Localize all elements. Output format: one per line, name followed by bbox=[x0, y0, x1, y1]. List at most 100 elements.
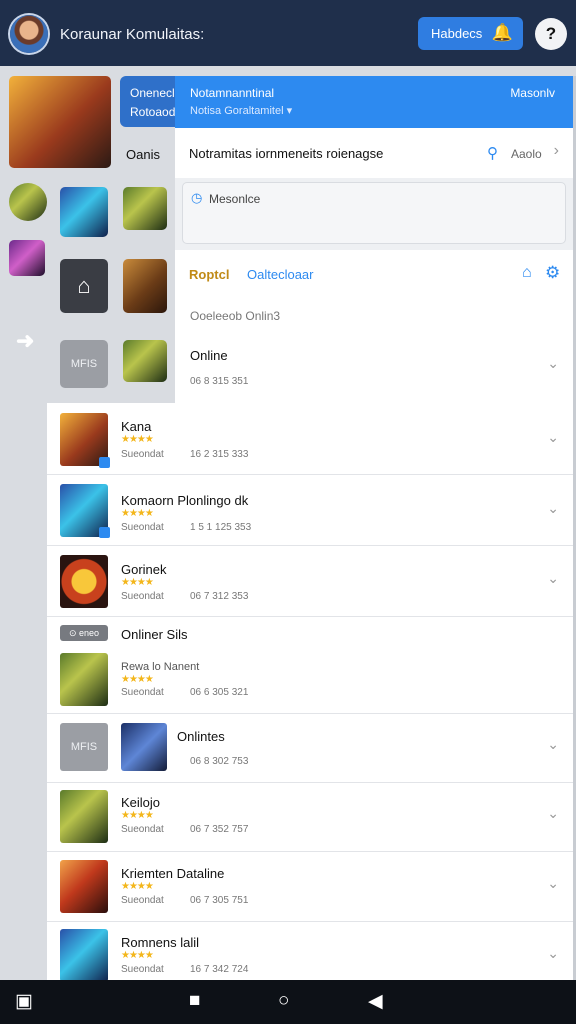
rating-stars: ★★★★ bbox=[121, 434, 154, 445]
item-title: Rewa lo Nanent bbox=[121, 661, 200, 673]
rating-stars: ★★★★ bbox=[121, 508, 154, 519]
item-number: 1 5 1 125 353 bbox=[190, 522, 252, 533]
rating-stars: ★★★★ bbox=[121, 881, 154, 892]
online-row-id: 06 8 315 351 bbox=[190, 376, 249, 387]
game-thumbnail bbox=[60, 790, 108, 843]
item-title: Kriemten Dataline bbox=[121, 866, 225, 881]
dropdown-header-right[interactable]: Masonlv bbox=[510, 86, 555, 100]
item-meta: Sueondat bbox=[121, 687, 164, 698]
game-thumbnail bbox=[60, 555, 108, 608]
home-icon[interactable]: ⌂ bbox=[522, 264, 532, 282]
gray-tile[interactable]: MFIS bbox=[60, 340, 108, 388]
tabs-row: Roptcl Oaltecloaar ⌂ ⚙ bbox=[175, 250, 573, 300]
message-input[interactable]: ◷ Mesonlce bbox=[182, 182, 566, 244]
dropdown-header-title: Notamnanntinal bbox=[190, 86, 275, 100]
header-action-label: Habdecs bbox=[431, 26, 483, 41]
chevron-down-icon[interactable]: ⌄ bbox=[547, 736, 559, 753]
item-title: Romnens lalil bbox=[121, 935, 200, 950]
help-button[interactable]: ? bbox=[535, 18, 567, 50]
home-circle-icon[interactable]: ○ bbox=[278, 990, 289, 1012]
section-header: Ooeleeob Onlin3 bbox=[175, 299, 573, 333]
list-item[interactable]: Gorinek ★★★★ Sueondat 06 7 312 353 ⌄ bbox=[47, 546, 573, 617]
item-meta: Sueondat bbox=[121, 824, 164, 835]
arrow-right-icon[interactable]: ➜ bbox=[16, 328, 34, 354]
user-avatar[interactable] bbox=[10, 15, 48, 53]
dropdown-header-subtitle[interactable]: Notisa Goraltamitel ▾ bbox=[190, 104, 292, 117]
item-number: 06 8 302 753 bbox=[190, 756, 249, 767]
game-list: Kana ★★★★ Sueondat 16 2 315 333 ⌄ Komaor… bbox=[47, 403, 573, 982]
search-icon[interactable]: ⚲ bbox=[487, 144, 498, 162]
game-thumbnail-bg-4[interactable] bbox=[123, 340, 167, 382]
chevron-down-icon[interactable]: ⌄ bbox=[547, 805, 559, 822]
game-thumbnail bbox=[121, 723, 167, 771]
item-meta: Sueondat bbox=[121, 591, 164, 602]
item-title: Gorinek bbox=[121, 562, 167, 577]
game-thumbnail bbox=[60, 653, 108, 706]
item-number: 06 7 352 757 bbox=[190, 824, 249, 835]
rating-stars: ★★★★ bbox=[121, 810, 154, 821]
list-item[interactable]: Komaorn Plonlingo dk ★★★★ Sueondat 1 5 1… bbox=[47, 475, 573, 546]
system-nav-bar: ▣ ■ ○ ◀ bbox=[0, 980, 576, 1024]
chevron-right-icon[interactable]: › bbox=[554, 142, 559, 160]
search-row-label: Aaolo bbox=[511, 147, 542, 161]
chevron-down-icon[interactable]: ⌄ bbox=[547, 570, 559, 587]
verified-badge-icon bbox=[99, 527, 110, 538]
chevron-down-icon[interactable]: ⌄ bbox=[547, 429, 559, 446]
tab-other[interactable]: Oaltecloaar bbox=[247, 267, 313, 282]
list-item[interactable]: Kana ★★★★ Sueondat 16 2 315 333 ⌄ bbox=[47, 403, 573, 475]
rating-stars: ★★★★ bbox=[121, 950, 154, 961]
item-meta: Sueondat bbox=[121, 895, 164, 906]
header-action-button[interactable]: Habdecs 🔔 bbox=[418, 17, 523, 50]
house-icon[interactable]: ⌂ bbox=[60, 259, 108, 313]
game-thumbnail-bg-2[interactable] bbox=[123, 187, 167, 230]
item-number: 06 6 305 321 bbox=[190, 687, 249, 698]
online-pill: ⊙ eneo bbox=[60, 625, 108, 641]
chevron-down-icon[interactable]: ⌄ bbox=[547, 355, 559, 372]
item-title: Komaorn Plonlingo dk bbox=[121, 493, 249, 508]
item-title: Kana bbox=[121, 419, 152, 434]
item-number: 16 7 342 724 bbox=[190, 964, 249, 975]
item-meta: Sueondat bbox=[121, 964, 164, 975]
verified-badge-icon bbox=[99, 457, 110, 468]
list-item[interactable]: Romnens lalil ★★★★ Sueondat 16 7 342 724… bbox=[47, 922, 573, 982]
item-meta: Sueondat bbox=[121, 449, 164, 460]
list-item[interactable]: ⊙ eneo Onliner Sils Rewa lo Nanent ★★★★ … bbox=[47, 617, 573, 714]
item-meta: Sueondat bbox=[121, 522, 164, 533]
tab-active[interactable]: Roptcl bbox=[189, 267, 229, 282]
list-item[interactable]: MFIS Onlintes 06 8 302 753 ⌄ bbox=[47, 714, 573, 783]
gear-icon[interactable]: ⚙ bbox=[545, 263, 560, 283]
recent-apps-icon[interactable]: ▣ bbox=[15, 990, 33, 1013]
friend-avatar-2[interactable] bbox=[9, 240, 45, 276]
back-icon[interactable]: ◀ bbox=[368, 990, 383, 1013]
message-placeholder: Mesonlce bbox=[209, 192, 261, 206]
online-row[interactable]: Online 06 8 315 351 ⌄ bbox=[175, 333, 573, 404]
game-thumbnail bbox=[60, 860, 108, 913]
square-icon[interactable]: ■ bbox=[189, 990, 200, 1012]
online-row-name: Online bbox=[190, 348, 228, 363]
game-thumbnail-bg-1[interactable] bbox=[60, 187, 108, 237]
item-title: Keilojo bbox=[121, 795, 161, 810]
game-thumbnail-bg-3[interactable] bbox=[123, 259, 167, 313]
info-icon: ◷ bbox=[191, 190, 203, 205]
friend-avatar-1[interactable] bbox=[9, 183, 47, 221]
rating-stars: ★★★★ bbox=[121, 674, 154, 685]
list-item[interactable]: Kriemten Dataline ★★★★ Sueondat 06 7 305… bbox=[47, 852, 573, 922]
rating-stars: ★★★★ bbox=[121, 577, 154, 588]
bell-icon: 🔔 bbox=[491, 23, 513, 42]
top-bar: Koraunar Komulaitas: Habdecs 🔔 ? bbox=[0, 0, 576, 66]
side-label: Oanis bbox=[126, 147, 160, 162]
featured-game-thumbnail[interactable] bbox=[9, 76, 111, 168]
chevron-down-icon[interactable]: ⌄ bbox=[547, 500, 559, 517]
section-title: Onliner Sils bbox=[121, 627, 188, 642]
chevron-down-icon[interactable]: ⌄ bbox=[547, 945, 559, 962]
dropdown-header[interactable]: Notamnanntinal Notisa Goraltamitel ▾ Mas… bbox=[175, 76, 573, 128]
item-number: 06 7 312 353 bbox=[190, 591, 249, 602]
item-number: 06 7 305 751 bbox=[190, 895, 249, 906]
item-title: Onlintes bbox=[177, 729, 225, 744]
search-row-text: Notramitas iornmeneits roienagse bbox=[189, 146, 384, 161]
list-item[interactable]: Keilojo ★★★★ Sueondat 06 7 352 757 ⌄ bbox=[47, 783, 573, 852]
app-title: Koraunar Komulaitas: bbox=[60, 26, 205, 43]
search-row[interactable]: Notramitas iornmeneits roienagse ⚲ Aaolo… bbox=[175, 128, 573, 179]
chevron-down-icon[interactable]: ⌄ bbox=[547, 875, 559, 892]
item-number: 16 2 315 333 bbox=[190, 449, 249, 460]
